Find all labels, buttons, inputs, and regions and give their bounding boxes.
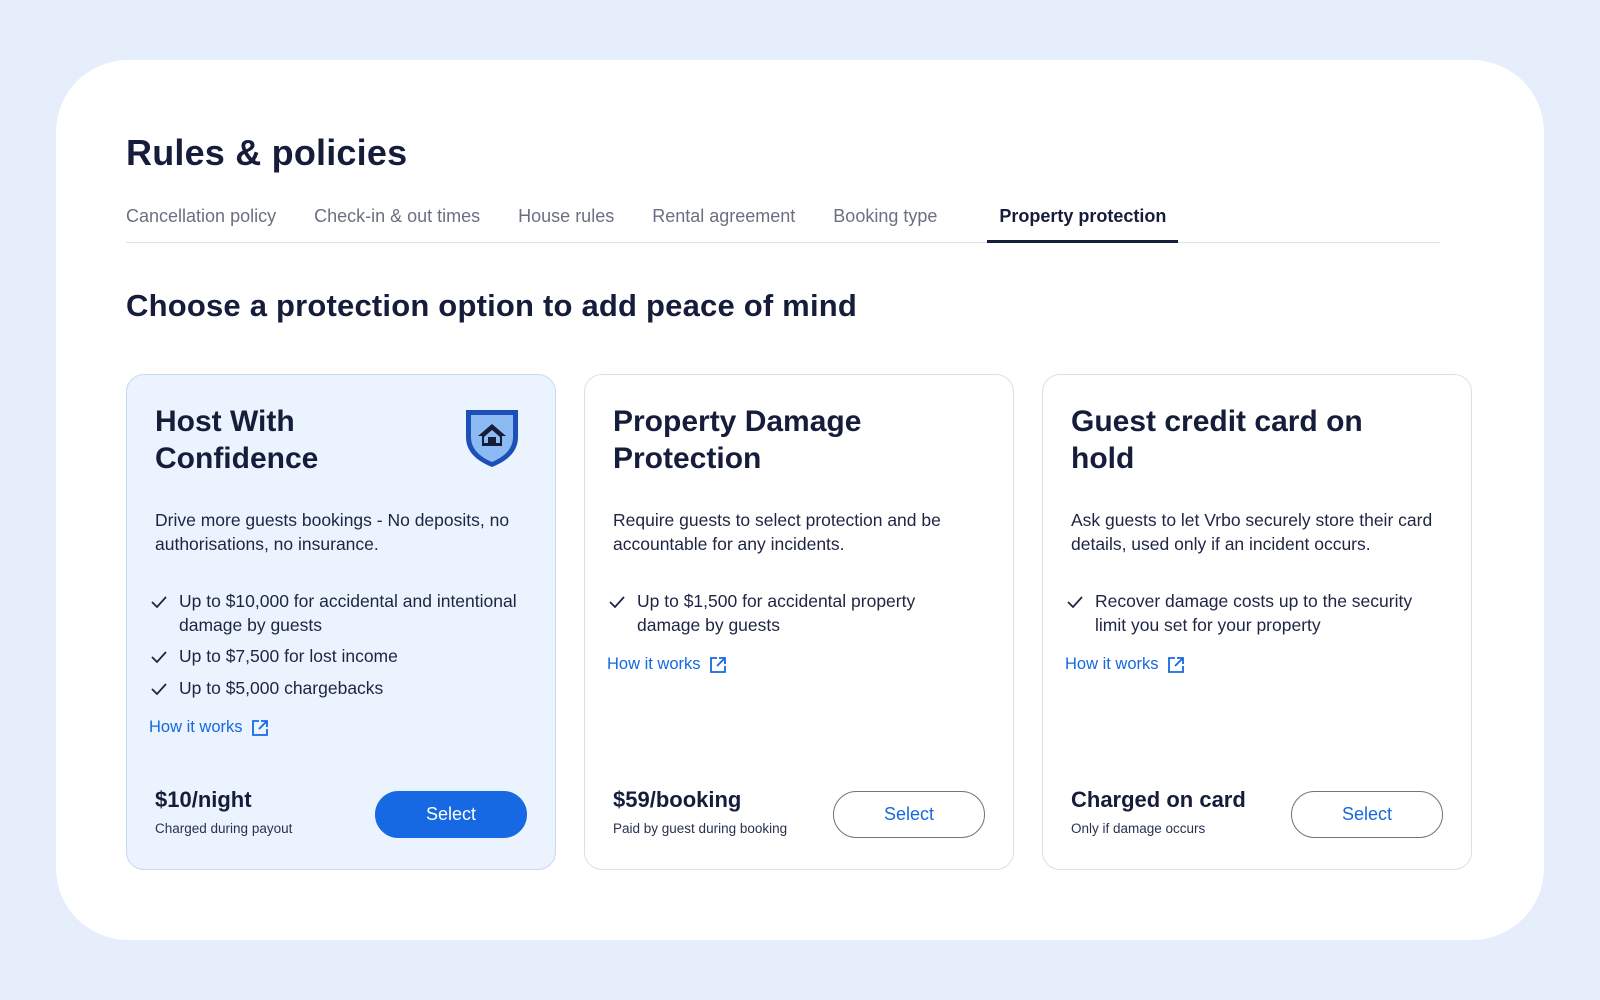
feature-text: Up to $7,500 for lost income — [179, 646, 398, 666]
protection-card-guest-credit-card: Guest credit card on hold Ask guests to … — [1042, 374, 1472, 870]
how-it-works-label: How it works — [607, 655, 701, 673]
feature-item: Up to $10,000 for accidental and intenti… — [151, 590, 527, 637]
feature-text: Up to $10,000 for accidental and intenti… — [179, 591, 517, 635]
tab-check-in-out-times[interactable]: Check-in & out times — [314, 198, 480, 243]
page-title: Rules & policies — [126, 132, 408, 173]
price-note: Paid by guest during booking — [613, 821, 788, 836]
feature-item: Recover damage costs up to the security … — [1067, 590, 1443, 637]
feature-list: Recover damage costs up to the security … — [1067, 590, 1443, 637]
external-link-icon — [251, 719, 268, 736]
how-it-works-label: How it works — [1065, 655, 1159, 673]
check-icon — [151, 651, 167, 664]
how-it-works-link[interactable]: How it works — [1065, 655, 1185, 674]
protection-card-property-damage: Property Damage Protection Require guest… — [584, 374, 1014, 870]
protection-card-host-with-confidence: Host With Confidence Drive more guests b… — [126, 374, 556, 870]
feature-text: Up to $1,500 for accidental property dam… — [637, 591, 916, 635]
how-it-works-label: How it works — [149, 718, 243, 736]
price: Charged on card — [1071, 787, 1246, 812]
price: $10/night — [155, 787, 252, 812]
price: $59/booking — [613, 787, 742, 812]
check-icon — [609, 596, 625, 609]
rules-policies-panel: Rules & policies Cancellation policy Che… — [56, 60, 1544, 940]
tab-booking-type[interactable]: Booking type — [833, 198, 937, 243]
feature-item: Up to $5,000 chargebacks — [151, 677, 527, 701]
card-title: Property Damage Protection — [613, 405, 862, 475]
select-button[interactable]: Select — [375, 791, 527, 838]
feature-item: Up to $7,500 for lost income — [151, 645, 527, 669]
feature-text: Recover damage costs up to the security … — [1095, 591, 1413, 635]
card-footer: Charged on card Only if damage occurs Se… — [1071, 787, 1443, 841]
tab-property-protection[interactable]: Property protection — [987, 198, 1179, 243]
card-description: Require guests to select protection and … — [613, 510, 941, 554]
external-link-icon — [709, 656, 726, 673]
check-icon — [151, 682, 167, 695]
card-title: Guest credit card on hold — [1071, 405, 1363, 475]
shield-house-icon — [466, 410, 518, 467]
how-it-works-link[interactable]: How it works — [607, 655, 727, 674]
card-title: Host With Confidence — [155, 405, 319, 475]
feature-list: Up to $10,000 for accidental and intenti… — [151, 590, 527, 700]
section-title: Choose a protection option to add peace … — [126, 288, 858, 323]
external-link-icon — [1167, 656, 1184, 673]
feature-item: Up to $1,500 for accidental property dam… — [609, 590, 985, 637]
feature-text: Up to $5,000 chargebacks — [179, 677, 384, 698]
price-note: Charged during payout — [155, 821, 293, 836]
card-description: Drive more guests bookings - No deposits… — [155, 510, 510, 554]
policy-tabs: Cancellation policy Check-in & out times… — [126, 198, 1440, 243]
feature-list: Up to $1,500 for accidental property dam… — [609, 590, 985, 637]
card-description: Ask guests to let Vrbo securely store th… — [1071, 510, 1433, 554]
tab-house-rules[interactable]: House rules — [518, 198, 614, 243]
check-icon — [1067, 596, 1083, 609]
how-it-works-link[interactable]: How it works — [149, 718, 269, 737]
card-footer: $59/booking Paid by guest during booking… — [613, 787, 985, 841]
card-footer: $10/night Charged during payout Select — [155, 787, 527, 841]
tab-rental-agreement[interactable]: Rental agreement — [652, 198, 795, 243]
select-button[interactable]: Select — [833, 791, 985, 838]
price-note: Only if damage occurs — [1071, 821, 1206, 836]
protection-options: Host With Confidence Drive more guests b… — [126, 374, 1472, 870]
tab-cancellation-policy[interactable]: Cancellation policy — [126, 198, 276, 243]
select-button[interactable]: Select — [1291, 791, 1443, 838]
check-icon — [151, 596, 167, 609]
